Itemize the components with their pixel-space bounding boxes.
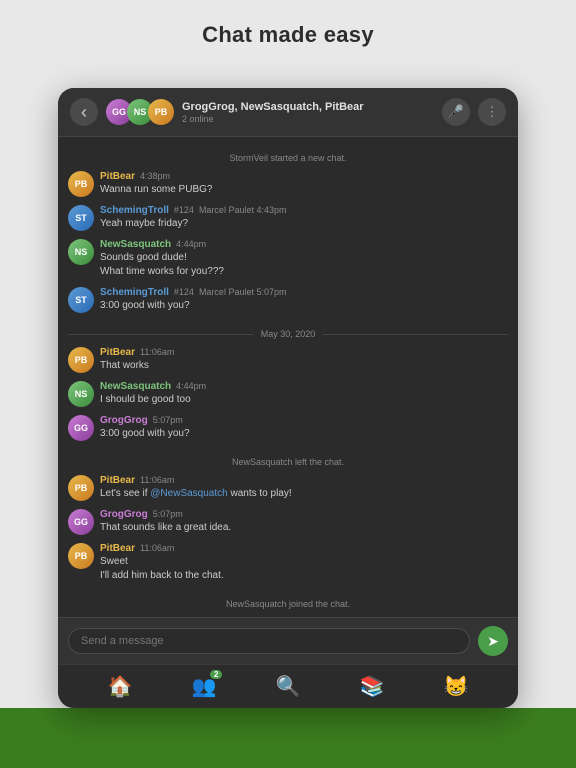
msg-time: 5:07pm — [153, 509, 183, 519]
grass-bg — [0, 708, 576, 768]
chat-header: GG NS PB GrogGrog, NewSasquatch, PitBear… — [58, 88, 518, 137]
msg-username: GrogGrog — [100, 509, 148, 520]
message-row: ST SchemingTroll #124 Marcel Paulet 5:07… — [68, 287, 508, 313]
microphone-icon: 🎤 — [448, 104, 464, 120]
messages-area: StormVeil started a new chat. PB PitBear… — [58, 137, 518, 617]
message-row: PB PitBear 4:38pm Wanna run some PUBG? — [68, 171, 508, 197]
message-row: PB PitBear 11:06am Let's see if @NewSasq… — [68, 475, 508, 501]
message-row: GG GrogGrog 5:07pm That sounds like a gr… — [68, 509, 508, 535]
msg-time: 11:06am — [140, 475, 174, 485]
header-names: GrogGrog, NewSasquatch, PitBear — [182, 100, 442, 114]
message-row: PB PitBear 11:06am That works — [68, 347, 508, 373]
search-icon: 🔍 — [276, 674, 301, 699]
msg-time: 4:38pm — [140, 171, 170, 181]
more-icon: ⋮ — [486, 104, 499, 120]
message-row: ST SchemingTroll #124 Marcel Paulet 4:43… — [68, 205, 508, 231]
message-row: NS NewSasquatch 4:44pm I should be good … — [68, 381, 508, 407]
msg-text: Let's see if @NewSasquatch wants to play… — [100, 487, 508, 501]
msg-text: That sounds like a great idea. — [100, 521, 508, 535]
msg-time: 4:44pm — [176, 381, 206, 391]
header-online: 2 online — [182, 114, 442, 124]
header-avatars: GG NS PB — [106, 99, 174, 125]
msg-text: SweetI'll add him back to the chat. — [100, 555, 508, 583]
msg-username: PitBear — [100, 347, 135, 358]
msg-time: 11:06am — [140, 347, 174, 357]
header-info: GrogGrog, NewSasquatch, PitBear 2 online — [182, 100, 442, 124]
system-msg-started: StormVeil started a new chat. — [68, 147, 508, 169]
msg-text: 3:00 good with you? — [100, 427, 508, 441]
library-icon: 📚 — [360, 674, 385, 699]
input-bar: ➤ — [58, 617, 518, 664]
msg-username: SchemingTroll — [100, 287, 169, 298]
nav-friends[interactable]: 👥 2 — [192, 674, 217, 699]
back-button[interactable] — [70, 98, 98, 126]
msg-text: Yeah maybe friday? — [100, 217, 508, 231]
msg-username: PitBear — [100, 475, 135, 486]
page-title: Chat made easy — [0, 22, 576, 48]
msg-avatar-newsasquatch2: NS — [68, 381, 94, 407]
msg-text: I should be good too — [100, 393, 508, 407]
msg-username: NewSasquatch — [100, 381, 171, 392]
msg-tag: #124 — [174, 287, 194, 297]
system-msg-left: NewSasquatch left the chat. — [68, 451, 508, 473]
header-actions: 🎤 ⋮ — [442, 98, 506, 126]
more-button[interactable]: ⋮ — [478, 98, 506, 126]
message-row: NS NewSasquatch 4:44pm Sounds good dude!… — [68, 239, 508, 279]
msg-avatar-scheming: ST — [68, 205, 94, 231]
msg-username: GrogGrog — [100, 415, 148, 426]
msg-avatar-pitbear3: PB — [68, 475, 94, 501]
msg-time: Marcel Paulet 5:07pm — [199, 287, 287, 297]
avatar-pitbear: PB — [148, 99, 174, 125]
msg-username: NewSasquatch — [100, 239, 171, 250]
message-row: GG GrogGrog 5:07pm 3:00 good with you? — [68, 415, 508, 441]
msg-time: 5:07pm — [153, 415, 183, 425]
msg-text: 3:00 good with you? — [100, 299, 508, 313]
message-row: PB PitBear 11:06am SweetI'll add him bac… — [68, 543, 508, 583]
date-divider: May 30, 2020 — [68, 329, 508, 339]
msg-tag: #124 — [174, 205, 194, 215]
msg-avatar-groggrog: GG — [68, 415, 94, 441]
msg-avatar-pitbear2: PB — [68, 347, 94, 373]
bottom-nav: 🏠 👥 2 🔍 📚 😸 — [58, 664, 518, 708]
message-input[interactable] — [68, 628, 470, 654]
send-icon: ➤ — [487, 633, 499, 650]
msg-username: PitBear — [100, 171, 135, 182]
nav-search[interactable]: 🔍 — [276, 674, 301, 699]
msg-time: 4:44pm — [176, 239, 206, 249]
msg-text: Sounds good dude!What time works for you… — [100, 251, 508, 279]
msg-avatar-pitbear4: PB — [68, 543, 94, 569]
msg-text: Wanna run some PUBG? — [100, 183, 508, 197]
msg-username: PitBear — [100, 543, 135, 554]
msg-time: 11:06am — [140, 543, 174, 553]
msg-avatar-scheming2: ST — [68, 287, 94, 313]
send-button[interactable]: ➤ — [478, 626, 508, 656]
msg-time: Marcel Paulet 4:43pm — [199, 205, 287, 215]
msg-avatar-newsasquatch: NS — [68, 239, 94, 265]
mention: @NewSasquatch — [150, 488, 227, 499]
profile-icon: 😸 — [444, 674, 469, 699]
friends-badge: 2 — [210, 670, 222, 679]
msg-username: SchemingTroll — [100, 205, 169, 216]
home-icon: 🏠 — [108, 674, 133, 699]
nav-library[interactable]: 📚 — [360, 674, 385, 699]
msg-avatar-groggrog2: GG — [68, 509, 94, 535]
nav-profile[interactable]: 😸 — [444, 674, 469, 699]
nav-home[interactable]: 🏠 — [108, 674, 133, 699]
system-msg-joined: NewSasquatch joined the chat. — [68, 593, 508, 615]
voice-button[interactable]: 🎤 — [442, 98, 470, 126]
msg-text: That works — [100, 359, 508, 373]
date-divider-text: May 30, 2020 — [261, 329, 316, 339]
msg-avatar-pitbear: PB — [68, 171, 94, 197]
app-container: GG NS PB GrogGrog, NewSasquatch, PitBear… — [58, 88, 518, 708]
